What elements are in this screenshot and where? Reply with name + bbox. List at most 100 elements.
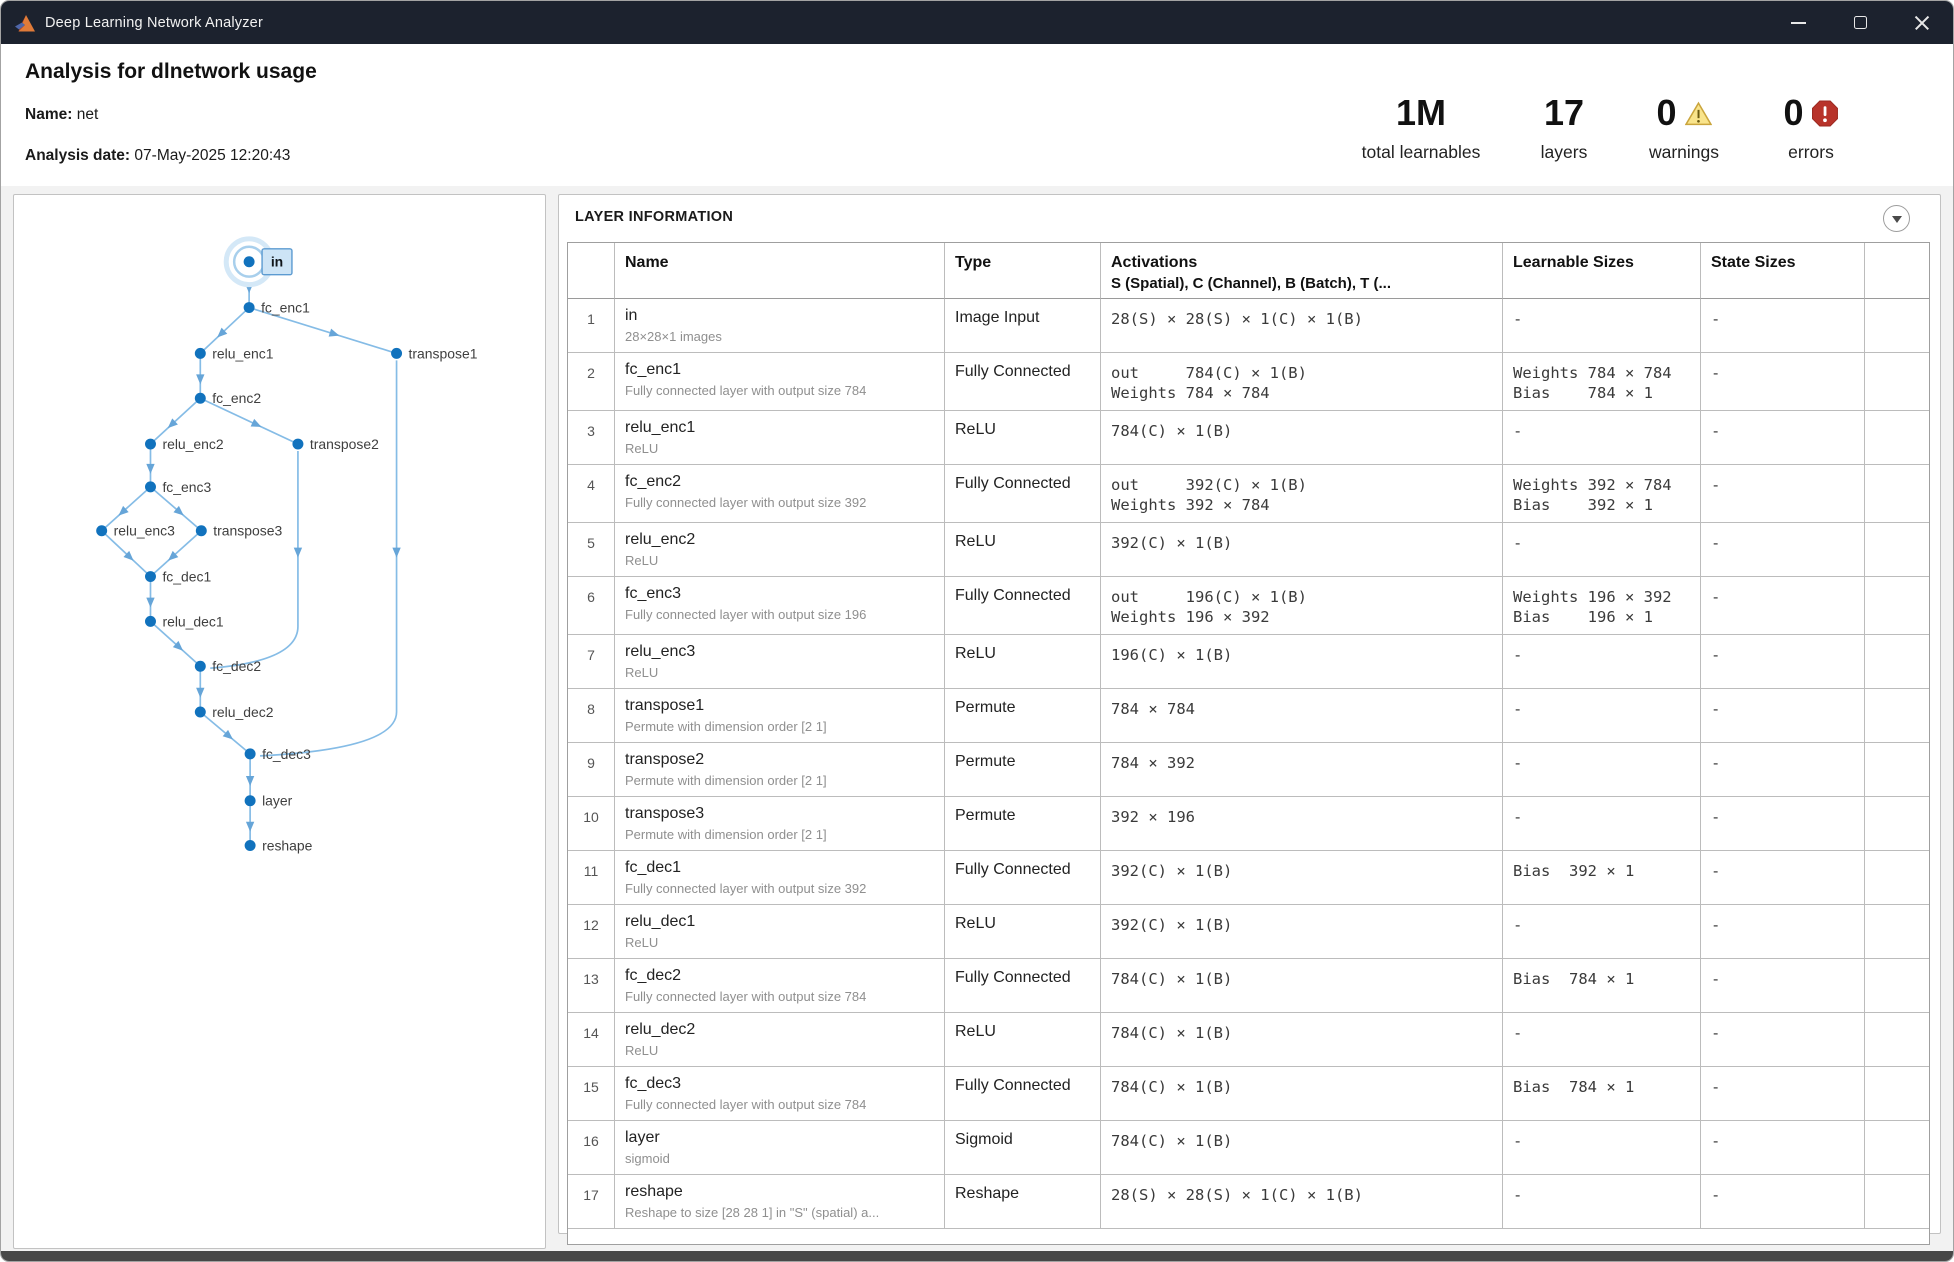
stat-label: errors <box>1783 142 1838 163</box>
minimize-icon <box>1791 22 1806 24</box>
analysis-header: Analysis for dlnetwork usage Name: net A… <box>1 44 1953 186</box>
minimize-button[interactable] <box>1767 1 1829 44</box>
row-number: 4 <box>568 465 615 523</box>
layer-table-body: 1 in 28×28×1 images Image Input 28(S) × … <box>568 299 1929 1229</box>
table-row[interactable]: 9 transpose2 Permute with dimension orde… <box>568 743 1929 797</box>
layer-type: Fully Connected <box>945 959 1101 1013</box>
column-header-activations: Activations S (Spatial), C (Channel), B … <box>1101 243 1503 299</box>
layer-state-sizes: - <box>1701 577 1865 635</box>
layer-state-sizes: - <box>1701 411 1865 465</box>
layer-learnable-sizes: Bias 784 × 1 <box>1503 1067 1701 1121</box>
matlab-logo-icon <box>14 13 36 33</box>
network-diagram[interactable]: infc_enc1relu_enc1transpose1fc_enc2relu_… <box>14 195 545 1248</box>
page-title: Analysis for dlnetwork usage <box>25 60 317 84</box>
svg-text:relu_enc3: relu_enc3 <box>114 523 175 539</box>
layer-state-sizes: - <box>1701 299 1865 353</box>
table-row[interactable]: 15 fc_dec3 Fully connected layer with ou… <box>568 1067 1929 1121</box>
maximize-button[interactable] <box>1829 1 1891 44</box>
layer-name: relu_dec2 <box>625 1021 934 1039</box>
layer-type: ReLU <box>945 635 1101 689</box>
layer-name: relu_dec1 <box>625 913 934 931</box>
layer-description: Fully connected layer with output size 7… <box>625 1097 934 1112</box>
layer-type: Sigmoid <box>945 1121 1101 1175</box>
collapse-panel-button[interactable] <box>1883 205 1910 232</box>
table-row[interactable]: 2 fc_enc1 Fully connected layer with out… <box>568 353 1929 411</box>
date-label: Analysis date: <box>25 147 130 164</box>
layer-learnable-sizes: - <box>1503 797 1701 851</box>
table-row[interactable]: 14 relu_dec2 ReLU ReLU 784(C) × 1(B) - - <box>568 1013 1929 1067</box>
stat-layers: 17 layers <box>1541 92 1588 163</box>
window-title: Deep Learning Network Analyzer <box>45 15 263 31</box>
title-bar: Deep Learning Network Analyzer <box>1 1 1953 44</box>
table-row[interactable]: 6 fc_enc3 Fully connected layer with out… <box>568 577 1929 635</box>
row-number: 6 <box>568 577 615 635</box>
layer-description: ReLU <box>625 935 934 950</box>
table-row[interactable]: 5 relu_enc2 ReLU ReLU 392(C) × 1(B) - - <box>568 523 1929 577</box>
svg-text:fc_enc1: fc_enc1 <box>261 300 310 316</box>
svg-text:relu_enc1: relu_enc1 <box>212 345 273 361</box>
table-row[interactable]: 12 relu_dec1 ReLU ReLU 392(C) × 1(B) - - <box>568 905 1929 959</box>
row-number: 2 <box>568 353 615 411</box>
layer-name: layer <box>625 1129 934 1147</box>
row-spacer-cell <box>1865 1175 1929 1229</box>
layer-state-sizes: - <box>1701 851 1865 905</box>
layer-type: Fully Connected <box>945 851 1101 905</box>
table-row[interactable]: 8 transpose1 Permute with dimension orde… <box>568 689 1929 743</box>
table-row[interactable]: 1 in 28×28×1 images Image Input 28(S) × … <box>568 299 1929 353</box>
row-spacer-cell <box>1865 851 1929 905</box>
row-spacer-cell <box>1865 465 1929 523</box>
layer-learnable-sizes: Bias 392 × 1 <box>1503 851 1701 905</box>
stat-value: 17 <box>1544 95 1584 131</box>
maximize-icon <box>1854 16 1867 29</box>
layer-state-sizes: - <box>1701 635 1865 689</box>
table-row[interactable]: 10 transpose3 Permute with dimension ord… <box>568 797 1929 851</box>
svg-text:transpose3: transpose3 <box>213 523 282 539</box>
layer-information-panel: LAYER INFORMATION Name Type Activations … <box>558 194 1941 1234</box>
layer-state-sizes: - <box>1701 689 1865 743</box>
network-diagram-panel: infc_enc1relu_enc1transpose1fc_enc2relu_… <box>13 194 546 1249</box>
row-number: 1 <box>568 299 615 353</box>
layer-type: Fully Connected <box>945 465 1101 523</box>
layer-name: fc_enc2 <box>625 473 934 491</box>
stat-label: layers <box>1541 142 1588 163</box>
stat-value: 0 <box>1783 95 1803 131</box>
layer-description: Fully connected layer with output size 7… <box>625 383 934 398</box>
stat-errors: 0 errors <box>1783 92 1838 163</box>
layer-activations: 784 × 784 <box>1101 689 1503 743</box>
row-number: 11 <box>568 851 615 905</box>
row-number: 3 <box>568 411 615 465</box>
close-button[interactable] <box>1891 1 1953 44</box>
table-row[interactable]: 11 fc_dec1 Fully connected layer with ou… <box>568 851 1929 905</box>
layer-name: relu_enc1 <box>625 419 934 437</box>
table-row[interactable]: 3 relu_enc1 ReLU ReLU 784(C) × 1(B) - - <box>568 411 1929 465</box>
error-icon <box>1812 100 1839 127</box>
row-spacer-cell <box>1865 959 1929 1013</box>
layer-type: Image Input <box>945 299 1101 353</box>
table-row[interactable]: 13 fc_dec2 Fully connected layer with ou… <box>568 959 1929 1013</box>
layer-learnable-sizes: - <box>1503 743 1701 797</box>
svg-text:relu_dec1: relu_dec1 <box>162 613 223 629</box>
table-row[interactable]: 4 fc_enc2 Fully connected layer with out… <box>568 465 1929 523</box>
layer-learnable-sizes: Weights 392 × 784 Bias 392 × 1 <box>1503 465 1701 523</box>
table-row[interactable]: 16 layer sigmoid Sigmoid 784(C) × 1(B) -… <box>568 1121 1929 1175</box>
layer-learnable-sizes: - <box>1503 689 1701 743</box>
layer-name: transpose1 <box>625 697 934 715</box>
stat-value: 1M <box>1396 95 1446 131</box>
table-row[interactable]: 7 relu_enc3 ReLU ReLU 196(C) × 1(B) - - <box>568 635 1929 689</box>
layer-state-sizes: - <box>1701 1175 1865 1229</box>
layer-type: ReLU <box>945 411 1101 465</box>
svg-text:reshape: reshape <box>262 838 313 854</box>
layer-activations: out 784(C) × 1(B) Weights 784 × 784 <box>1101 353 1503 411</box>
table-row[interactable]: 17 reshape Reshape to size [28 28 1] in … <box>568 1175 1929 1229</box>
date-value: 07-May-2025 12:20:43 <box>134 147 290 164</box>
layer-learnable-sizes: - <box>1503 299 1701 353</box>
svg-text:fc_dec1: fc_dec1 <box>162 569 211 585</box>
row-spacer-cell <box>1865 1121 1929 1175</box>
layer-state-sizes: - <box>1701 1067 1865 1121</box>
layer-state-sizes: - <box>1701 353 1865 411</box>
svg-text:transpose1: transpose1 <box>409 345 478 361</box>
layer-learnable-sizes: - <box>1503 411 1701 465</box>
layer-learnable-sizes: - <box>1503 635 1701 689</box>
layer-activations: 392(C) × 1(B) <box>1101 523 1503 577</box>
name-label: Name: <box>25 106 72 123</box>
